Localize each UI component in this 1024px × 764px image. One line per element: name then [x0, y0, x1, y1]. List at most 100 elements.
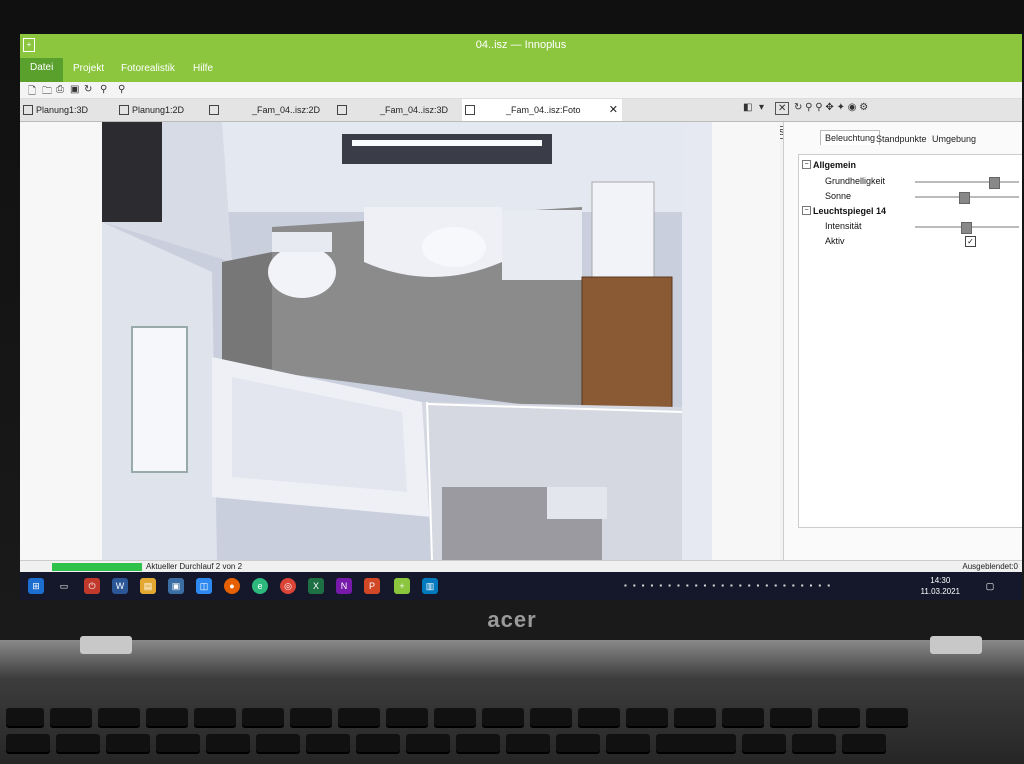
tab-beleuchtung[interactable]: Beleuchtung	[820, 130, 881, 145]
settings-icon[interactable]: ⚙	[859, 102, 868, 113]
key	[530, 708, 572, 726]
key	[842, 734, 886, 752]
brand-logo: acer	[487, 607, 537, 632]
tree-group-allgemein[interactable]: − Allgemein	[799, 159, 1022, 173]
key	[242, 708, 284, 726]
tab-umgebung[interactable]: Umgebung	[932, 134, 976, 144]
tree-group-leuchtspiegel[interactable]: − Leuchtspiegel 14	[799, 205, 1022, 219]
prop-intensitaet: Intensität	[799, 220, 1022, 234]
app-icon[interactable]: ◫	[196, 578, 212, 594]
collapse-icon[interactable]: −	[802, 206, 811, 215]
camera-icon[interactable]: ◉	[848, 102, 857, 113]
aktiv-checkbox[interactable]: ✓	[965, 236, 976, 247]
plan-icon	[209, 105, 219, 115]
menu-hilfe[interactable]: Hilfe	[193, 63, 213, 74]
zoom-icon[interactable]: ⚲	[100, 84, 107, 95]
slider-thumb[interactable]	[989, 177, 1001, 189]
task-view-icon[interactable]: ▭	[56, 578, 72, 594]
tab-fam04-2d[interactable]: _Fam_04..isz:2D	[206, 99, 342, 121]
tab-label: Planung1:2D	[132, 105, 185, 115]
clock-time: 14:30	[930, 576, 951, 585]
key	[386, 708, 428, 726]
notification-icon[interactable]: ▢	[982, 578, 998, 594]
key	[556, 734, 600, 752]
slider-sonne[interactable]	[915, 192, 1019, 204]
close-tab-icon[interactable]: ✕	[609, 99, 618, 121]
tab-fam04-3d[interactable]: _Fam_04..isz:3D	[334, 99, 476, 121]
chrome-icon[interactable]: ◎	[280, 578, 296, 594]
key	[338, 708, 380, 726]
cube-icon	[23, 105, 33, 115]
refresh-icon[interactable]: ↻	[84, 84, 92, 95]
light-icon[interactable]: ✦	[837, 102, 845, 113]
firefox-icon[interactable]: ●	[224, 578, 240, 594]
tab-label: Planung1:3D	[36, 105, 89, 115]
print-icon[interactable]: ⎙	[56, 84, 64, 95]
power-icon[interactable]: ⏻	[84, 578, 100, 594]
key	[6, 708, 44, 726]
word-icon[interactable]: W	[112, 578, 128, 594]
clock-date: 11.03.2021	[920, 587, 960, 596]
rotate-icon[interactable]: ↻	[794, 102, 802, 113]
function-key-row	[6, 708, 908, 726]
explorer-icon[interactable]: ▤	[140, 578, 156, 594]
clock[interactable]: 14:30 11.03.2021	[921, 575, 960, 597]
document-tabs: Planung1:3D Planung1:2D _Fam_04..isz:2D …	[20, 99, 1022, 122]
menu-projekt[interactable]: Projekt	[73, 63, 104, 74]
menu-datei[interactable]: Datei	[20, 58, 64, 82]
app-icon[interactable]: ▣	[168, 578, 184, 594]
key	[356, 734, 400, 752]
key	[406, 734, 450, 752]
tab-label: _Fam_04..isz:Foto	[506, 105, 581, 115]
key	[106, 734, 150, 752]
key	[506, 734, 550, 752]
system-tray-icons[interactable]: ▪▪▪▪▪▪▪▪▪▪▪▪▪▪▪▪▪▪▪▪▪▪▪▪	[624, 581, 836, 590]
render-image	[102, 122, 712, 560]
innoplus-icon[interactable]: +	[394, 578, 410, 594]
tab-planung1-3d[interactable]: Planung1:3D	[20, 99, 128, 121]
hinge-tab	[930, 636, 982, 654]
edge-icon[interactable]: e	[252, 578, 268, 594]
key	[146, 708, 188, 726]
onenote-icon[interactable]: N	[336, 578, 352, 594]
close-icon[interactable]: ✕	[775, 102, 790, 115]
prop-label: Intensität	[825, 221, 862, 231]
key	[482, 708, 524, 726]
slider-thumb[interactable]	[958, 192, 970, 204]
key	[626, 708, 668, 726]
trello-icon[interactable]: ▥	[422, 578, 438, 594]
key	[194, 708, 236, 726]
key	[606, 734, 650, 752]
key	[256, 734, 300, 752]
tab-standpunkte[interactable]: Standpunkte	[876, 134, 927, 144]
menu-bar: Datei Projekt Fotorealistik Hilfe	[20, 58, 1022, 82]
menu-fotorealistik[interactable]: Fotorealistik	[121, 63, 175, 74]
slider-intensitaet[interactable]	[915, 222, 1019, 234]
tab-planung1-2d[interactable]: Planung1:2D	[116, 99, 218, 121]
windows-start-icon[interactable]: ⊞	[28, 578, 44, 594]
progress-text: Aktueller Durchlauf 2 von 2	[146, 562, 243, 571]
dropdown-icon[interactable]: ▾	[759, 102, 764, 113]
powerpoint-icon[interactable]: P	[364, 578, 380, 594]
laptop-hinge	[0, 636, 1024, 680]
plan-icon	[119, 105, 129, 115]
split-view-icon[interactable]: ◧	[743, 102, 752, 113]
properties-panel: ↻ ⚲ ⚲ ✥ ✦ ◉ ⚙ Beleuchtung Standpunkte Um…	[783, 102, 1022, 560]
prop-label: Sonne	[825, 191, 852, 201]
move-icon[interactable]: ✥	[825, 102, 833, 113]
render-viewport[interactable]	[20, 122, 780, 560]
slider-thumb[interactable]	[960, 222, 972, 234]
tab-fam04-foto[interactable]: _Fam_04..isz:Foto ✕	[462, 99, 622, 121]
zoom-out-icon[interactable]: ⚲	[815, 102, 822, 113]
save-icon[interactable]: ▣	[70, 84, 79, 95]
prop-label: Grundhelligkeit	[825, 176, 886, 186]
key	[722, 708, 764, 726]
slider-grundhelligkeit[interactable]	[915, 177, 1019, 189]
collapse-icon[interactable]: −	[802, 160, 811, 169]
hidden-count: Ausgeblendet:0	[962, 562, 1018, 571]
prop-grundhelligkeit: Grundhelligkeit	[799, 175, 1022, 189]
zoom-in-icon[interactable]: ⚲	[805, 102, 812, 113]
excel-icon[interactable]: X	[308, 578, 324, 594]
key	[742, 734, 786, 752]
zoom-menu-icon[interactable]: ⚲	[118, 84, 125, 95]
